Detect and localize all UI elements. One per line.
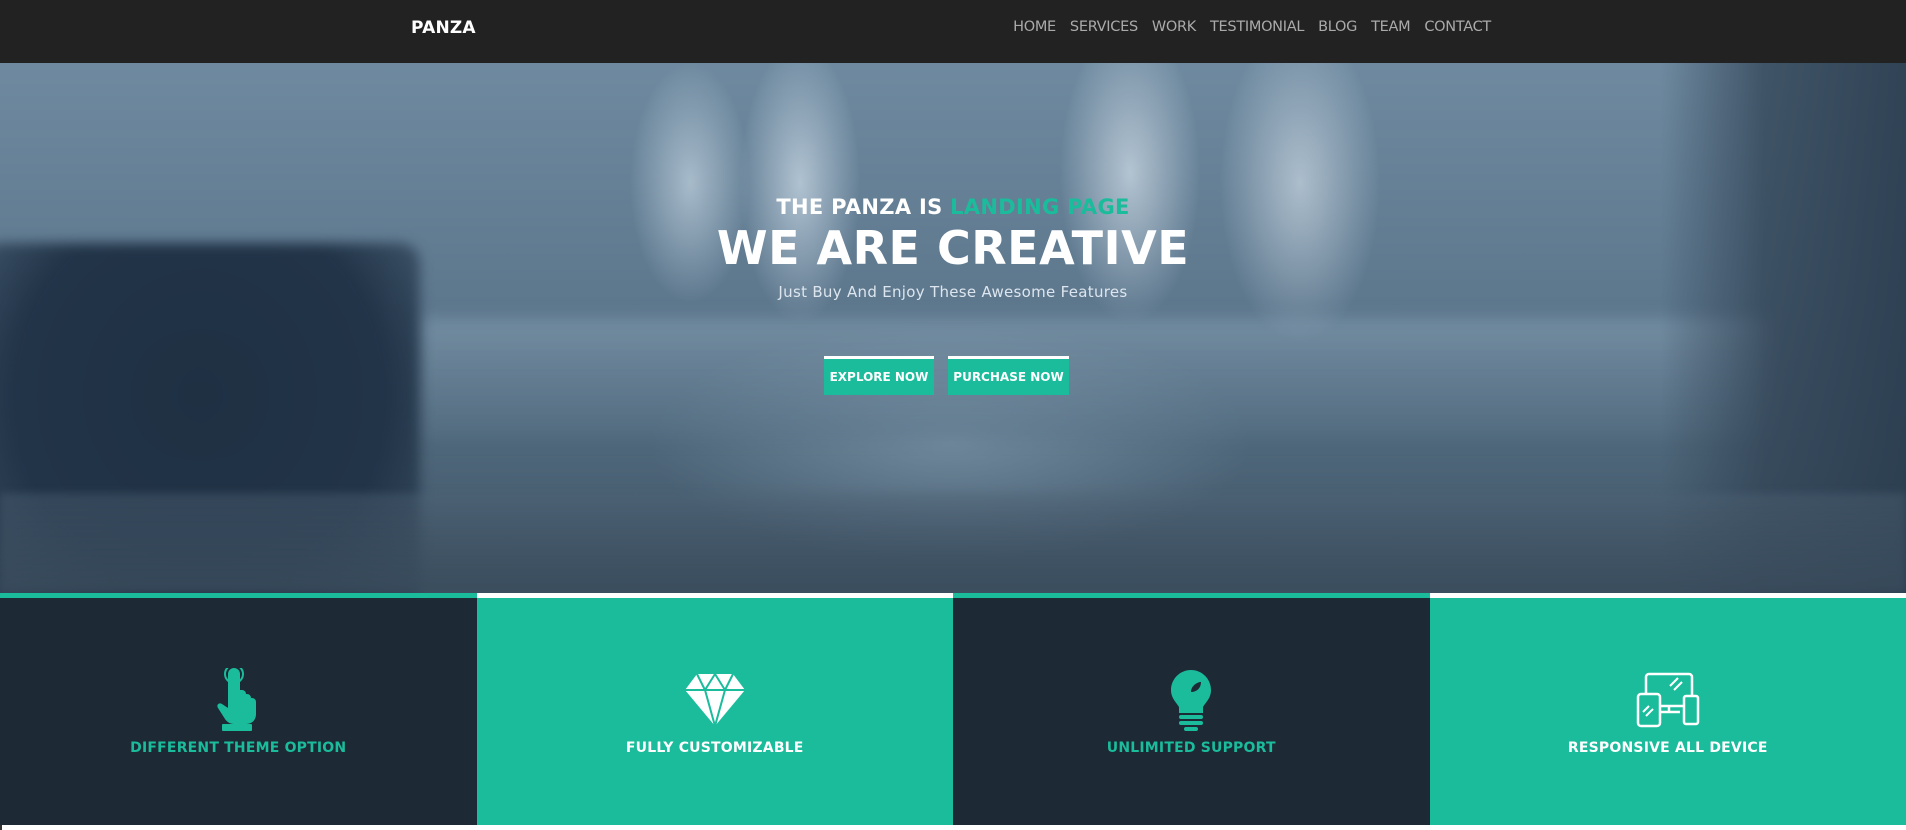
feature-responsive: RESPONSIVE ALL DEVICE xyxy=(1429,593,1906,825)
hero-headline: WE ARE CREATIVE xyxy=(716,221,1190,275)
hero-tagline: THE PANZA IS LANDING PAGE xyxy=(0,195,1906,219)
purchase-now-button[interactable]: PURCHASE NOW xyxy=(948,356,1069,395)
brand-logo[interactable]: PANZA xyxy=(411,18,476,38)
nav-blog[interactable]: BLOG xyxy=(1318,19,1357,35)
feature-label: RESPONSIVE ALL DEVICE xyxy=(1567,740,1768,756)
nav-testimonial[interactable]: TESTIMONIAL xyxy=(1210,19,1304,35)
hero-subline: Just Buy And Enjoy These Awesome Feature… xyxy=(778,283,1128,301)
nav-services[interactable]: SERVICES xyxy=(1070,19,1138,35)
main-nav: HOME SERVICES WORK TESTIMONIAL BLOG TEAM… xyxy=(999,19,1491,35)
feature-label: FULLY CUSTOMIZABLE xyxy=(625,740,804,756)
explore-now-button[interactable]: EXPLORE NOW xyxy=(824,356,934,395)
nav-contact[interactable]: CONTACT xyxy=(1424,19,1491,35)
hero-bg-table xyxy=(0,493,1906,593)
pointer-hand-icon xyxy=(206,668,270,732)
page-bottom-edge xyxy=(0,825,1906,830)
hero-background xyxy=(0,63,1906,593)
feature-customizable: FULLY CUSTOMIZABLE xyxy=(476,593,953,825)
feature-label: DIFFERENT THEME OPTION xyxy=(130,740,347,756)
feature-theme-option: DIFFERENT THEME OPTION xyxy=(0,593,477,825)
devices-icon xyxy=(1636,668,1700,732)
top-navbar: PANZA HOME SERVICES WORK TESTIMONIAL BLO… xyxy=(0,0,1906,63)
hero-bg-window xyxy=(420,318,1770,438)
lightbulb-icon xyxy=(1159,668,1223,732)
tagline-prefix: THE PANZA IS xyxy=(776,195,951,219)
feature-label: UNLIMITED SUPPORT xyxy=(1106,740,1276,756)
nav-work[interactable]: WORK xyxy=(1152,19,1196,35)
nav-home[interactable]: HOME xyxy=(1013,19,1056,35)
features-strip: DIFFERENT THEME OPTION FULLY CUSTOMIZABL… xyxy=(0,593,1906,825)
nav-team[interactable]: TEAM xyxy=(1371,19,1411,35)
diamond-icon xyxy=(683,668,747,732)
feature-support: UNLIMITED SUPPORT xyxy=(953,593,1430,825)
tagline-accent: LANDING PAGE xyxy=(950,195,1130,219)
